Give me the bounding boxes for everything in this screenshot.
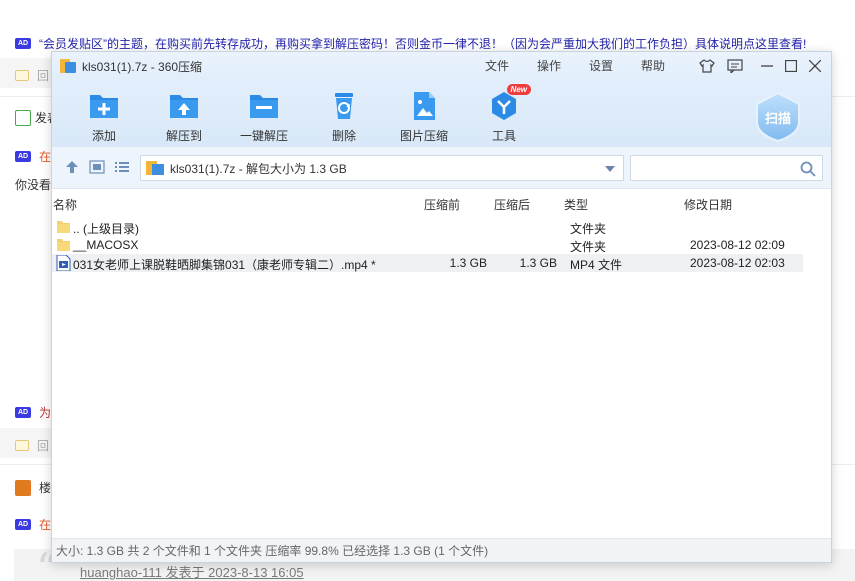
archive-app-icon (60, 58, 76, 74)
menu-help[interactable]: 帮助 (641, 52, 665, 78)
file-row[interactable]: .. (上级目录) 文件夹 (52, 218, 803, 236)
delete-button[interactable]: 删除 (304, 90, 384, 144)
skin-icon[interactable] (698, 57, 716, 75)
floor-row: 楼 (15, 479, 51, 496)
up-arrow-icon[interactable] (64, 160, 80, 174)
search-input[interactable] (630, 155, 823, 181)
file-name: __MACOSX (73, 238, 139, 252)
file-type: 文件夹 (570, 240, 607, 254)
forum-notice-text[interactable]: “会员发贴区”的主题，在购买前先转存成功，再购买拿到解压密码！否则金币一律不退！… (39, 35, 806, 52)
search-icon[interactable] (800, 161, 816, 177)
file-after: 1.3 GB (519, 256, 557, 270)
archive-icon (146, 161, 164, 175)
delete-icon (324, 90, 364, 122)
ad-link[interactable]: 在 (39, 516, 51, 533)
column-modified[interactable]: 修改日期 (684, 196, 732, 213)
add-label: 添加 (91, 129, 116, 143)
file-type: 文件夹 (570, 222, 607, 236)
minimize-icon[interactable] (758, 57, 776, 75)
address-bar: kls031(1).7z - 解包大小为 1.3 GB (52, 147, 831, 189)
tools-label: 工具 (491, 129, 516, 143)
ad-badge: AD (15, 519, 31, 530)
reply-row[interactable]: 回 (15, 437, 49, 454)
tools-button[interactable]: New 工具 (464, 84, 544, 144)
folder-icon (57, 221, 70, 233)
post-text-body: 你没看 (15, 178, 52, 192)
post-text: 你没看 (15, 176, 51, 193)
one-click-extract-icon (244, 90, 284, 122)
feedback-icon[interactable] (726, 57, 744, 75)
quote-author-link[interactable]: huanghao-111 发表于 2023-8-13 16:05 (80, 562, 304, 581)
file-row[interactable]: 031女老师上课脱鞋晒脚集锦031（康老师专辑二）.mp4 * 1.3 GB 1… (52, 254, 803, 272)
delete-label: 删除 (331, 129, 356, 143)
column-before[interactable]: 压缩前 (424, 196, 460, 213)
status-bar: 大小: 1.3 GB 共 2 个文件和 1 个文件夹 压缩率 99.8% 已经选… (52, 538, 831, 562)
list-view-icon[interactable] (114, 160, 130, 174)
scan-button[interactable]: 扫描 (755, 92, 801, 142)
user-icon (15, 109, 31, 126)
dropdown-caret-icon[interactable] (605, 166, 615, 172)
column-after[interactable]: 压缩后 (494, 196, 530, 213)
floor-label: 楼 (39, 481, 52, 495)
one-click-extract-label: 一键解压 (239, 129, 288, 143)
column-type[interactable]: 类型 (564, 196, 588, 213)
menu-operation[interactable]: 操作 (537, 52, 561, 78)
file-name: .. (上级目录) (73, 222, 139, 236)
one-click-extract-button[interactable]: 一键解压 (224, 90, 304, 144)
image-compress-label: 图片压缩 (399, 129, 448, 143)
floor-icon (15, 479, 31, 496)
extract-to-label: 解压到 (165, 129, 202, 143)
archiver-window: kls031(1).7z - 360压缩 文件 操作 设置 帮助 添加 解压到 (51, 51, 832, 563)
reply-label: 回 (37, 69, 50, 83)
tools-icon: New (484, 84, 531, 122)
file-name: 031女老师上课脱鞋晒脚集锦031（康老师专辑二）.mp4 * (73, 258, 376, 272)
extract-to-button[interactable]: 解压到 (144, 90, 224, 144)
new-badge: New (506, 84, 531, 95)
file-type: MP4 文件 (570, 258, 623, 272)
video-file-icon (56, 255, 71, 271)
path-text: kls031(1).7z - 解包大小为 1.3 GB (170, 161, 347, 176)
ad-row[interactable]: AD 在 (15, 516, 51, 533)
menu-file[interactable]: 文件 (485, 52, 509, 78)
ad-row[interactable]: AD 在 (15, 148, 51, 165)
add-icon (84, 90, 124, 122)
ad-badge: AD (15, 37, 31, 49)
extract-to-icon (164, 90, 204, 122)
column-name[interactable]: 名称 (53, 196, 77, 213)
folder-icon (57, 239, 70, 251)
thumbnail-view-icon[interactable] (89, 160, 105, 174)
file-modified: 2023-08-12 02:03 (690, 256, 785, 270)
reply-label: 回 (37, 439, 50, 453)
ad-badge: AD (15, 407, 31, 418)
close-icon[interactable] (806, 57, 824, 75)
ad-row[interactable]: AD 为i (15, 404, 54, 421)
file-before: 1.3 GB (449, 256, 487, 270)
reply-icon (15, 70, 29, 81)
add-button[interactable]: 添加 (64, 90, 144, 144)
status-text: 大小: 1.3 GB 共 2 个文件和 1 个文件夹 压缩率 99.8% 已经选… (56, 544, 489, 558)
path-dropdown[interactable]: kls031(1).7z - 解包大小为 1.3 GB (140, 155, 624, 181)
file-modified: 2023-08-12 02:09 (690, 238, 785, 252)
maximize-icon[interactable] (782, 57, 800, 75)
file-row[interactable]: __MACOSX 文件夹 2023-08-12 02:09 (52, 236, 803, 254)
toolbar: 添加 解压到 一键解压 删除 图片压缩 New 工具 (52, 80, 831, 147)
image-compress-button[interactable]: 图片压缩 (384, 90, 464, 144)
column-header: 名称 压缩前 压缩后 类型 修改日期 (52, 191, 831, 213)
image-compress-icon (404, 90, 444, 122)
ad-badge: AD (15, 151, 31, 162)
scan-label: 扫描 (764, 111, 791, 126)
ad-link[interactable]: 在 (39, 148, 51, 165)
window-title: kls031(1).7z - 360压缩 (82, 59, 203, 74)
menu-settings[interactable]: 设置 (589, 52, 613, 78)
reply-icon (15, 440, 29, 451)
reply-row[interactable]: 回 (15, 67, 49, 84)
